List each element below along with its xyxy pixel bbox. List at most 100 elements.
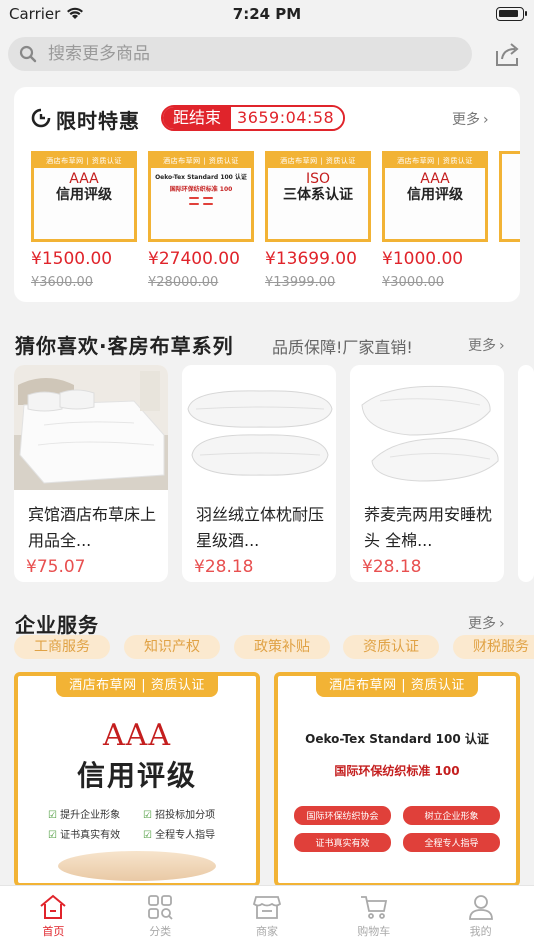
search-header [0, 30, 534, 80]
store-icon [252, 896, 282, 919]
tab-label: 商家 [255, 925, 278, 938]
cert-heading: AAA [69, 171, 99, 187]
service-tag[interactable]: 政策补贴 [234, 635, 330, 659]
cert-heading: ISO [305, 171, 331, 187]
flash-sale-items: 酒店布草网 | 资质认证 AAA 信用评级 ¥1500.00 ¥3600.00 … [31, 151, 520, 291]
product-name: 羽丝绒立体枕耐压星级酒... [196, 505, 325, 550]
product-card[interactable]: 荞麦壳两用安睡枕头 全棉... ¥28.18 [350, 365, 504, 582]
cert-band-text: 酒店布草网 | 资质认证 [34, 154, 134, 168]
cert-heading: Oeko-Tex Standard 100 认证 [155, 174, 247, 181]
sale-price: ¥1000.00 [382, 249, 464, 269]
product-card[interactable]: 羽丝绒立体枕耐压星级酒... ¥28.18 [182, 365, 336, 582]
more-label: 更多 [468, 338, 496, 354]
battery-icon [496, 7, 527, 21]
tab-category[interactable]: 分类 [107, 886, 214, 950]
guess-more-link[interactable]: 更多 › [468, 335, 505, 355]
tab-store[interactable]: 商家 [214, 886, 321, 950]
cert-subheading: 三体系认证 [283, 187, 353, 203]
service-tag[interactable]: 工商服务 [14, 635, 110, 659]
original-price: ¥3600.00 [31, 275, 94, 290]
cert-band-text: 酒店布草网 | 资质认证 [385, 154, 485, 168]
service-tag[interactable]: 资质认证 [343, 635, 439, 659]
service-card[interactable]: 酒店布草网 | 资质认证 AAA 信用评级 提升企业形象 招投标加分项 证书真实… [14, 672, 260, 885]
service-card-heading: Oeko-Tex Standard 100 认证 [305, 732, 489, 746]
flash-sale-item[interactable]: 酒店布草网 | 资质认证 Oeko-Tex Standard 100 认证 国际… [148, 151, 254, 291]
chevron-right-icon: › [499, 616, 505, 632]
benefit-item: 证书真实有效 [48, 826, 143, 846]
tab-label: 购物车 [357, 925, 391, 938]
product-image: 酒店布草网 | 资质认证 AAA 信用评级 [382, 151, 488, 242]
enterprise-more-link[interactable]: 更多 › [468, 613, 505, 633]
guess-section-title: 猜你喜欢·客房布草系列 [15, 334, 234, 358]
cert-band-text: 酒店布草网 | 资质认证 [151, 154, 251, 168]
product-price: ¥28.18 [362, 557, 422, 577]
product-image [499, 151, 520, 242]
countdown-label: 距结束 [163, 107, 232, 129]
cert-pills [151, 203, 251, 205]
cert-heading: AAA [420, 171, 450, 187]
original-price: ¥13999.00 [265, 275, 336, 290]
service-card-benefits: 提升企业形象 招投标加分项 证书真实有效 全程专人指导 [48, 806, 238, 846]
product-image: 酒店布草网 | 资质认证 Oeko-Tex Standard 100 认证 国际… [148, 151, 254, 242]
benefit-item: 招投标加分项 [143, 806, 238, 826]
clock: 7:24 PM [232, 5, 302, 23]
tab-label: 首页 [42, 925, 65, 938]
benefit-pill: 全程专人指导 [403, 833, 500, 852]
benefit-item: 提升企业形象 [48, 806, 143, 826]
service-card-band: 酒店布草网 | 资质认证 [56, 676, 218, 697]
cart-icon [360, 896, 387, 919]
service-tag[interactable]: 知识产权 [124, 635, 220, 659]
countdown-value: 3659:04:58 [231, 107, 344, 129]
benefit-pill: 证书真实有效 [294, 833, 391, 852]
product-price: ¥75.07 [26, 557, 86, 577]
service-card[interactable]: 酒店布草网 | 资质认证 Oeko-Tex Standard 100 认证 国际… [274, 672, 520, 885]
original-price: ¥3000.00 [382, 275, 445, 290]
sale-price: ¥27400.00 [148, 249, 240, 269]
cert-subheading: 信用评级 [407, 187, 463, 203]
flash-sale-title: 限时特惠 [56, 109, 140, 133]
service-tag[interactable]: 财税服务 [453, 635, 534, 659]
search-bar[interactable] [8, 37, 472, 71]
enterprise-section-title: 企业服务 [15, 613, 99, 637]
product-image-pillow [182, 365, 336, 490]
tab-label: 分类 [149, 925, 172, 938]
chevron-right-icon: › [499, 338, 505, 354]
service-card-heading: AAA [103, 718, 171, 753]
product-image-pillow [350, 365, 504, 490]
product-card[interactable]: 宾馆酒店布草床上用品全... ¥75.07 [14, 365, 168, 582]
share-icon[interactable] [494, 42, 522, 68]
product-name: 宾馆酒店布草床上用品全... [28, 505, 157, 550]
category-icon [148, 895, 173, 920]
cert-subheading: 信用评级 [56, 187, 112, 203]
countdown-timer: 距结束 3659:04:58 [161, 105, 346, 131]
cert-pills [151, 197, 251, 199]
tab-profile[interactable]: 我的 [427, 886, 534, 950]
product-image-bedding [14, 365, 168, 490]
flash-sale-item-partial[interactable] [499, 151, 520, 291]
product-card-partial[interactable] [518, 365, 534, 582]
flash-sale-more-link[interactable]: 更多 › [452, 109, 489, 129]
flash-sale-item[interactable]: 酒店布草网 | 资质认证 AAA 信用评级 ¥1500.00 ¥3600.00 [31, 151, 137, 291]
tab-cart[interactable]: 购物车 [320, 886, 427, 950]
flash-sale-item[interactable]: 酒店布草网 | 资质认证 AAA 信用评级 ¥1000.00 ¥3000.00 [382, 151, 488, 291]
clock-icon [30, 107, 52, 133]
service-card-subheading: 信用评级 [76, 759, 197, 792]
service-card-subheading: 国际环保纺织标准 100 [334, 764, 460, 778]
home-scroll-content[interactable]: 限时特惠 距结束 3659:04:58 更多 › 酒店布草网 | 资质认证 AAA… [0, 80, 534, 885]
product-price: ¥28.18 [194, 557, 254, 577]
sale-price: ¥1500.00 [31, 249, 113, 269]
cert-subheading: 国际环保纺织标准 100 [169, 186, 233, 193]
search-input[interactable] [48, 42, 448, 66]
pedestal-graphic [58, 851, 216, 881]
product-image: 酒店布草网 | 资质认证 ISO 三体系认证 [265, 151, 371, 242]
flash-sale-card: 限时特惠 距结束 3659:04:58 更多 › 酒店布草网 | 资质认证 AAA… [14, 87, 520, 302]
sale-price: ¥13699.00 [265, 249, 357, 269]
original-price: ¥28000.00 [148, 275, 219, 290]
tab-home[interactable]: 首页 [0, 886, 107, 950]
guess-section-subtitle: 品质保障!厂家直销! [272, 338, 413, 357]
more-label: 更多 [468, 616, 496, 632]
home-icon [40, 894, 67, 919]
flash-sale-item[interactable]: 酒店布草网 | 资质认证 ISO 三体系认证 ¥13699.00 ¥13999.… [265, 151, 371, 291]
benefit-pill: 树立企业形象 [403, 806, 500, 825]
status-bar: Carrier 7:24 PM [0, 0, 534, 30]
